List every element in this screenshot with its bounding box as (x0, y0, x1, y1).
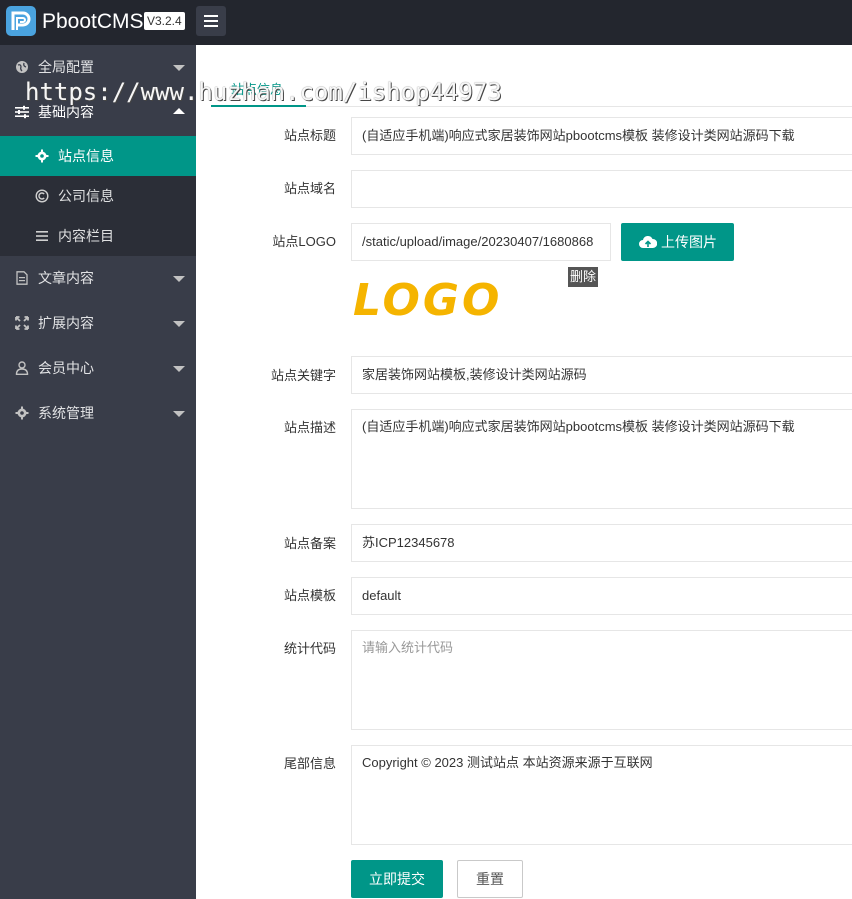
pbootcms-logo-icon (6, 6, 36, 36)
site-title-label: 站点标题 (283, 128, 336, 143)
sidebar-group-article-content[interactable]: 文章内容 (0, 256, 196, 301)
submit-button[interactable]: 立即提交 (351, 860, 443, 898)
top-bar: PbootCMS V3.2.4 (0, 0, 852, 45)
cloud-upload-icon (639, 235, 657, 248)
upload-image-label: 上传图片 (661, 234, 717, 250)
chevron-down-icon (173, 366, 185, 372)
chevron-up-icon (173, 108, 185, 114)
tab-active-indicator (211, 105, 306, 107)
version-badge: V3.2.4 (144, 12, 185, 30)
sidebar-group-basic-content[interactable]: 基础内容 (0, 90, 196, 135)
sidebar-item-label: 站点信息 (58, 148, 114, 164)
stats-code-placeholder: 请输入统计代码 (362, 640, 454, 655)
gear-icon (15, 406, 29, 420)
delete-logo-button[interactable]: 删除 (568, 267, 599, 287)
sidebar-group-label: 全局配置 (38, 59, 94, 75)
list-icon (36, 231, 48, 241)
site-keywords-label: 站点关键字 (270, 368, 336, 383)
sidebar-group-label: 扩展内容 (38, 315, 94, 331)
globe-icon (16, 61, 28, 73)
hamburger-icon (204, 15, 218, 17)
sidebar-group-member-center[interactable]: 会员中心 (0, 346, 196, 391)
sidebar-group-label: 文章内容 (38, 270, 94, 286)
sidebar: 全局配置 基础内容 站点信息 公司信息 内容栏目 文章内容 扩展内容 会员中心 … (0, 45, 196, 899)
tab-site-info[interactable]: 站点信息 (231, 79, 283, 98)
logo-preview-image: LOGO (353, 275, 502, 325)
sidebar-group-label: 系统管理 (38, 405, 94, 421)
chevron-down-icon (173, 276, 185, 282)
site-icp-label: 站点备案 (283, 536, 336, 551)
upload-image-button[interactable]: 上传图片 (621, 223, 734, 261)
tab-divider (211, 106, 852, 107)
site-description-textarea[interactable]: (自适应手机端)响应式家居装饰网站pbootcms模板 装修设计类网站源码下载 (351, 409, 852, 509)
sidebar-item-site-info[interactable]: 站点信息 (0, 136, 196, 176)
site-domain-input[interactable] (351, 170, 852, 208)
menu-toggle-button[interactable] (196, 6, 226, 36)
sliders-icon (15, 105, 29, 119)
site-domain-label: 站点域名 (283, 181, 336, 196)
user-icon (15, 361, 29, 375)
sidebar-group-global-config[interactable]: 全局配置 (0, 45, 196, 90)
site-icp-input[interactable]: 苏ICP12345678 (351, 524, 852, 562)
site-template-label: 站点模板 (283, 588, 336, 603)
app-name: PbootCMS (42, 10, 144, 33)
copyright-icon (35, 189, 49, 203)
chevron-down-icon (173, 321, 185, 327)
footer-info-textarea[interactable]: Copyright © 2023 测试站点 本站资源来源于互联网 (351, 745, 852, 845)
gear-icon (35, 149, 49, 163)
chevron-down-icon (173, 411, 185, 417)
main-content: 站点信息 站点标题 (自适应手机端)响应式家居装饰网站pbootcms模板 装修… (196, 45, 852, 899)
site-description-label: 站点描述 (283, 420, 336, 435)
site-title-input[interactable]: (自适应手机端)响应式家居装饰网站pbootcms模板 装修设计类网站源码下载 (351, 117, 852, 155)
sidebar-group-label: 会员中心 (38, 360, 94, 376)
sidebar-group-label: 基础内容 (38, 104, 94, 120)
site-logo-input[interactable]: /static/upload/image/20230407/1680868 (351, 223, 611, 261)
expand-icon (15, 316, 29, 330)
sidebar-item-label: 公司信息 (58, 188, 114, 204)
reset-button[interactable]: 重置 (457, 860, 523, 898)
sidebar-group-system-management[interactable]: 系统管理 (0, 391, 196, 436)
chevron-down-icon (173, 65, 185, 71)
footer-info-label: 尾部信息 (283, 756, 336, 771)
sidebar-item-content-columns[interactable]: 内容栏目 (0, 216, 196, 256)
sidebar-item-company-info[interactable]: 公司信息 (0, 176, 196, 216)
svg-text:LOGO: LOGO (353, 275, 502, 325)
site-keywords-input[interactable]: 家居装饰网站模板,装修设计类网站源码 (351, 356, 852, 394)
sidebar-submenu: 站点信息 公司信息 内容栏目 (0, 136, 196, 256)
site-template-input[interactable]: default (351, 577, 852, 615)
stats-code-label: 统计代码 (283, 641, 336, 656)
sidebar-item-label: 内容栏目 (58, 228, 114, 244)
file-icon (16, 271, 28, 285)
site-logo-label: 站点LOGO (272, 234, 336, 249)
sidebar-group-extended-content[interactable]: 扩展内容 (0, 301, 196, 346)
stats-code-textarea[interactable]: 请输入统计代码 (351, 630, 852, 730)
